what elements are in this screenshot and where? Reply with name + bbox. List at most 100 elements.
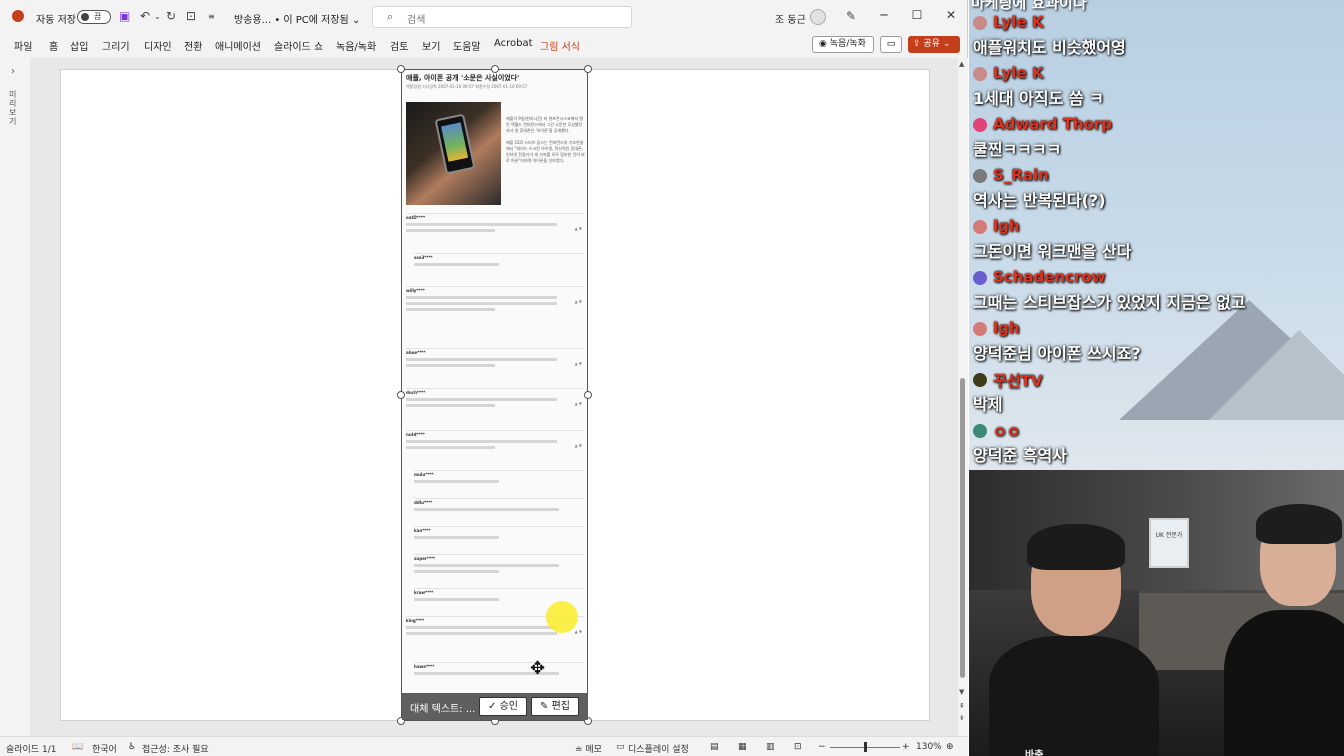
- resize-handle-right[interactable]: [584, 391, 592, 399]
- pen-icon[interactable]: ✎: [846, 9, 856, 23]
- tab-design[interactable]: 디자인: [144, 38, 172, 53]
- article-paragraph-2: 애플 CEO 스티브 잡스는 컨퍼런스의 기조연설에서 "와이드 스크린 아이팟…: [506, 140, 585, 163]
- resize-handle-top[interactable]: [491, 65, 499, 73]
- maximize-icon[interactable]: ☐: [907, 8, 927, 22]
- chat-avatar: [973, 322, 987, 336]
- user-avatar[interactable]: [810, 9, 826, 25]
- chat-username[interactable]: Lyle K: [993, 13, 1043, 31]
- tab-help[interactable]: 도움말: [453, 38, 481, 53]
- shirt-text: 바축: [1025, 750, 1044, 756]
- comment-button[interactable]: ▭: [880, 36, 902, 53]
- minimize-icon[interactable]: ─: [874, 8, 894, 22]
- scroll-up-icon[interactable]: ▲: [959, 60, 964, 68]
- undo-icon[interactable]: ↶: [140, 9, 150, 23]
- document-title[interactable]: 방송용... • 이 PC에 저장됨 ⌄: [234, 11, 360, 26]
- comment-item: oatD**** ▲ ▼: [406, 213, 584, 232]
- scroll-thumb[interactable]: [960, 378, 965, 678]
- display-icon: ▭: [616, 742, 625, 752]
- powerpoint-window: 자동 저장 끔 ▣ ↶ ⌄ ↻ ⊡ ≡ 방송용... • 이 PC에 저장됨 ⌄…: [0, 0, 968, 756]
- tab-view[interactable]: 보기: [422, 38, 440, 53]
- resize-handle-top-right[interactable]: [584, 65, 592, 73]
- resize-handle-left[interactable]: [397, 391, 405, 399]
- slideshow-icon[interactable]: ⊡: [186, 9, 196, 23]
- prev-slide-icon[interactable]: ⇞: [959, 702, 965, 710]
- pencil-icon: ✎: [540, 701, 552, 712]
- save-icon[interactable]: ▣: [119, 9, 130, 23]
- tab-picture-format[interactable]: 그림 서식: [540, 38, 580, 53]
- notes-button[interactable]: ≐ 메모: [575, 742, 602, 755]
- tab-animations[interactable]: 애니메이션: [215, 38, 261, 53]
- tab-insert[interactable]: 삽입: [70, 38, 88, 53]
- comment-item: mulu****: [414, 470, 584, 483]
- zoom-in-icon[interactable]: +: [902, 742, 910, 752]
- normal-view-icon[interactable]: ▤: [710, 742, 719, 752]
- zoom-slider-thumb[interactable]: [864, 742, 867, 752]
- fit-slide-icon[interactable]: ⊕: [946, 742, 954, 752]
- zoom-level[interactable]: 130%: [916, 742, 942, 752]
- close-icon[interactable]: ✕: [941, 8, 961, 22]
- tab-draw[interactable]: 그리기: [102, 38, 130, 53]
- tab-home[interactable]: 홈: [49, 38, 58, 53]
- autosave-toggle[interactable]: 끔: [77, 10, 111, 24]
- zoom-out-icon[interactable]: −: [818, 742, 826, 752]
- tab-file[interactable]: 파일: [14, 38, 32, 53]
- tab-review[interactable]: 검토: [390, 38, 408, 53]
- iphone-photo: [406, 102, 501, 205]
- share-button[interactable]: ⇪ 공유 ⌄: [908, 36, 960, 53]
- redo-icon[interactable]: ↻: [166, 9, 176, 23]
- search-icon: ⌕: [387, 10, 394, 23]
- comment-item: willy**** ▲ ▼: [406, 286, 584, 311]
- chat-text: 양덕준 흑역사: [973, 446, 1067, 465]
- chat-username[interactable]: lgh: [993, 217, 1020, 235]
- scroll-down-icon[interactable]: ▼: [959, 688, 964, 696]
- chat-avatar: [973, 271, 987, 285]
- streamer-right: [1224, 504, 1344, 756]
- chat-username[interactable]: lgh: [993, 319, 1020, 337]
- tab-acrobat[interactable]: Acrobat: [494, 38, 533, 49]
- search-box[interactable]: ⌕ 검색: [372, 6, 632, 28]
- spellcheck-icon[interactable]: 📖: [72, 742, 83, 752]
- language-indicator[interactable]: 한국어: [92, 742, 117, 755]
- title-bar: 자동 저장 끔 ▣ ↶ ⌄ ↻ ⊡ ≡ 방송용... • 이 PC에 저장됨 ⌄…: [0, 0, 968, 34]
- slideshow-view-icon[interactable]: ⊡: [794, 742, 802, 752]
- approve-button[interactable]: ✓ 승인: [479, 697, 527, 716]
- comment-icon: ▭: [886, 39, 896, 49]
- chat-username[interactable]: ㅇㅇ: [993, 421, 1021, 442]
- chat-text: 애플워치도 비슷했어영: [973, 38, 1126, 57]
- tab-transitions[interactable]: 전환: [184, 38, 202, 53]
- chat-username[interactable]: Schadencrow: [993, 268, 1106, 286]
- chat-avatar: [973, 67, 987, 81]
- alt-text-label[interactable]: 대체 텍스트: ...: [410, 700, 475, 715]
- phone-icon: [434, 113, 476, 175]
- chat-avatar: [973, 16, 987, 30]
- chat-avatar: [973, 118, 987, 132]
- cursor-highlight: [546, 601, 578, 633]
- vertical-scrollbar[interactable]: ▲ ▼ ⇞ ⇟: [958, 58, 968, 736]
- reading-view-icon[interactable]: ▥: [766, 742, 775, 752]
- chat-username[interactable]: 꾸선TV: [993, 370, 1042, 391]
- accessibility-status[interactable]: 접근성: 조사 필요: [142, 742, 209, 755]
- toggle-knob: [81, 13, 89, 21]
- comment-item: hawe****: [414, 662, 584, 675]
- resize-handle-top-left[interactable]: [397, 65, 405, 73]
- chat-text: 쿨찐ㅋㅋㅋㅋ: [973, 140, 1062, 159]
- expand-pane-icon[interactable]: ›: [11, 66, 15, 77]
- article-paragraph-1: 애플이 9일(현지시간) 미 샌프란시스코에서 열린 맥월드 컨퍼런스에서 그간…: [506, 116, 583, 133]
- thumbnail-pane: › 미리보기: [0, 60, 30, 736]
- comment-item: super****: [414, 554, 584, 573]
- user-name[interactable]: 조 동근: [775, 11, 806, 26]
- slide-sorter-icon[interactable]: ▦: [738, 742, 747, 752]
- next-slide-icon[interactable]: ⇟: [959, 714, 965, 722]
- customize-toolbar-icon[interactable]: ≡: [208, 12, 215, 21]
- move-cursor-icon: ✥: [530, 658, 546, 679]
- chat-username[interactable]: Lyle K: [993, 64, 1043, 82]
- record-button[interactable]: ◉ 녹음/녹화: [812, 36, 874, 53]
- undo-dropdown-icon[interactable]: ⌄: [154, 12, 161, 21]
- display-settings-button[interactable]: 디스플레이 설정: [628, 742, 689, 755]
- powerpoint-logo-icon: [12, 10, 24, 22]
- chat-username[interactable]: S_Rain: [993, 166, 1049, 184]
- tab-slideshow[interactable]: 슬라이드 쇼: [274, 38, 323, 53]
- chat-username[interactable]: Adward Thorp: [993, 115, 1112, 133]
- tab-recording[interactable]: 녹음/녹화: [336, 38, 376, 53]
- edit-button[interactable]: ✎ 편집: [531, 697, 579, 716]
